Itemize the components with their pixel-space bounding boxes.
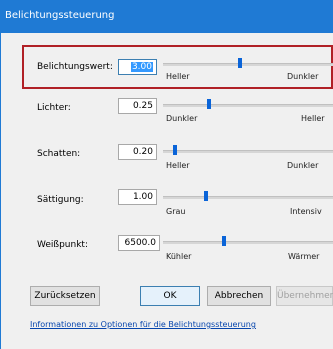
whitepoint-right-label: Wärmer (288, 252, 320, 261)
exposure-slider-track[interactable] (163, 63, 333, 66)
exposure-label: Belichtungswert: (37, 62, 113, 72)
shadows-label: Schatten: (37, 149, 81, 159)
highlights-label: Lichter: (37, 103, 71, 113)
saturation-right-label: Intensiv (290, 207, 322, 216)
shadows-right-label: Dunkler (287, 161, 319, 170)
help-link[interactable]: Informationen zu Optionen für die Belich… (30, 320, 256, 329)
whitepoint-left-label: Kühler (166, 252, 192, 261)
whitepoint-slider-thumb[interactable] (222, 236, 226, 246)
cancel-button[interactable]: Abbrechen (207, 286, 271, 306)
ok-button[interactable]: OK (140, 286, 200, 306)
saturation-slider-thumb[interactable] (204, 191, 208, 201)
exposure-left-label: Heller (166, 72, 190, 81)
title-bar: Belichtungssteuerung (0, 0, 333, 33)
saturation-input[interactable]: 1.00 (118, 189, 157, 205)
highlights-slider-track[interactable] (163, 104, 333, 107)
apply-button[interactable]: Übernehmen (276, 286, 333, 306)
highlights-right-label: Heller (301, 114, 325, 123)
whitepoint-label: Weißpunkt: (37, 240, 88, 250)
exposure-input[interactable]: 3.00 (118, 59, 157, 75)
saturation-left-label: Grau (166, 207, 186, 216)
shadows-input[interactable]: 0.20 (118, 144, 157, 160)
reset-button[interactable]: Zurücksetzen (30, 286, 100, 306)
saturation-label: Sättigung: (37, 195, 84, 205)
highlights-slider-thumb[interactable] (207, 99, 211, 109)
whitepoint-input[interactable]: 6500.0 (118, 235, 160, 251)
window-title: Belichtungssteuerung (5, 10, 115, 21)
highlights-left-label: Dunkler (166, 114, 198, 123)
shadows-slider-thumb[interactable] (173, 145, 177, 155)
exposure-right-label: Dunkler (287, 72, 319, 81)
shadows-left-label: Heller (166, 161, 190, 170)
whitepoint-slider-track[interactable] (163, 241, 333, 244)
saturation-slider-track[interactable] (163, 196, 333, 199)
highlights-input[interactable]: 0.25 (118, 98, 157, 114)
exposure-slider-thumb[interactable] (238, 58, 242, 68)
shadows-slider-track[interactable] (163, 150, 333, 153)
